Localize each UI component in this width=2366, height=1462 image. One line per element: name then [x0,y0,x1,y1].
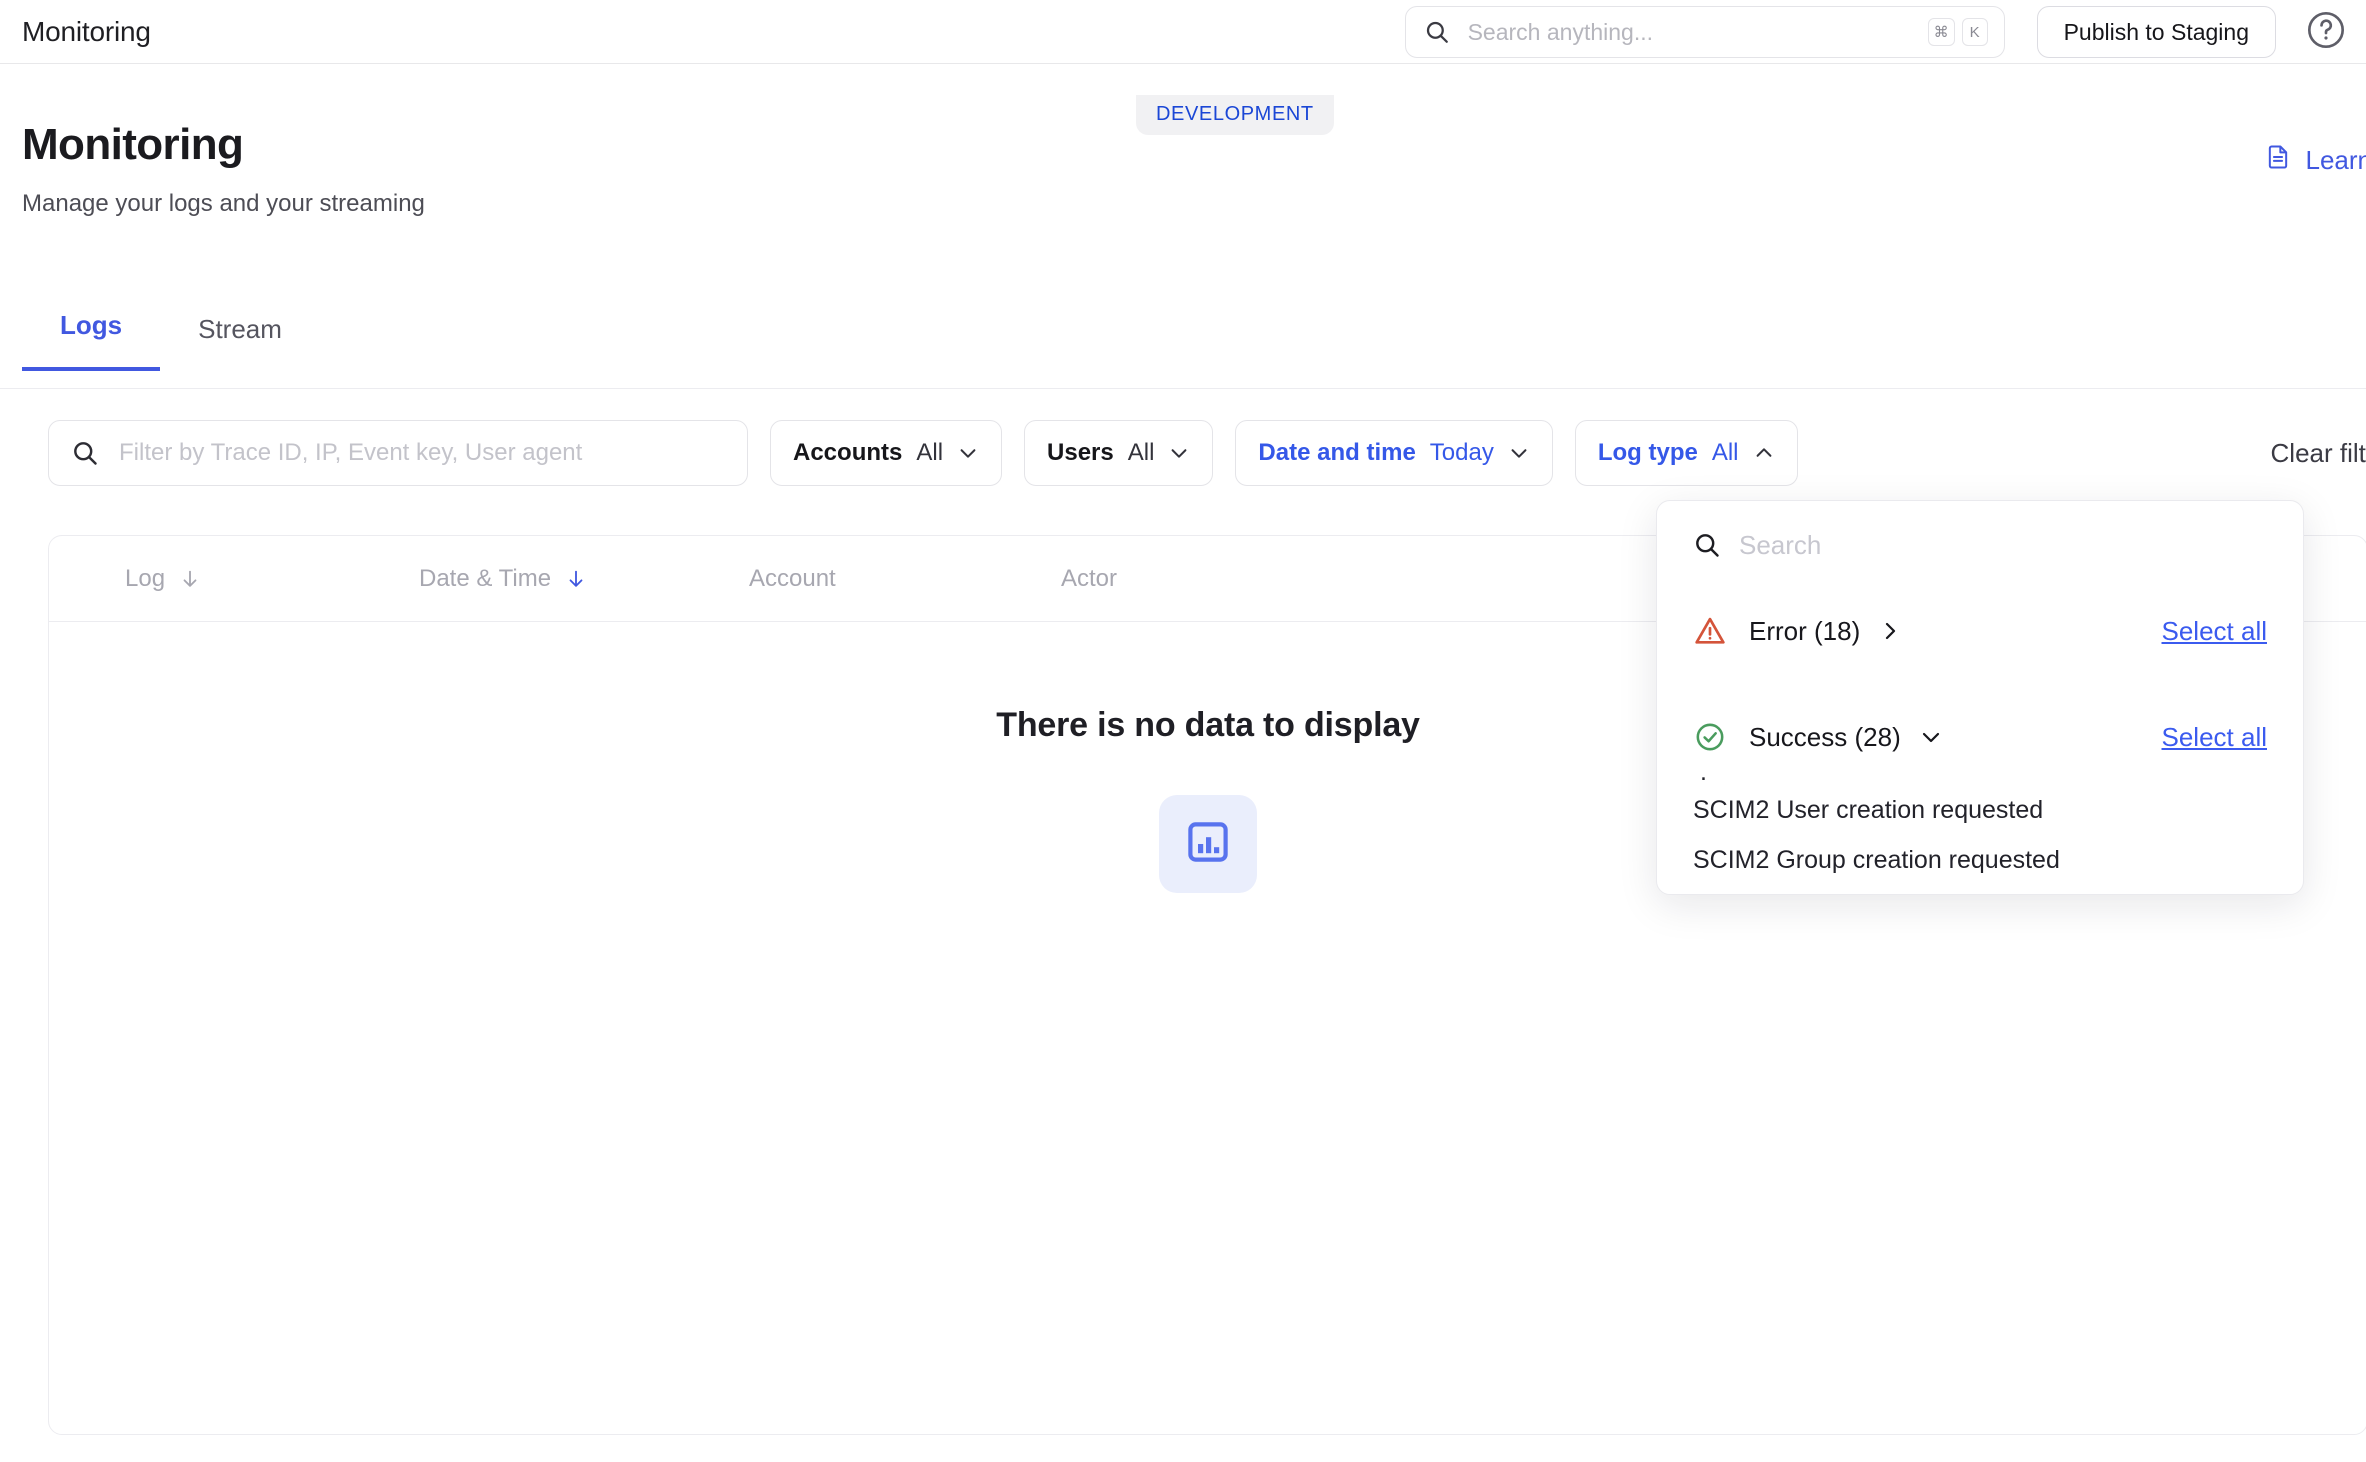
warning-triangle-icon [1693,614,1727,648]
empty-state-icon-wrap [1159,795,1257,893]
filter-log-type-value: All [1711,439,1739,466]
log-type-group-success-label: Success (28) [1749,721,1901,752]
publish-to-staging-button[interactable]: Publish to Staging [2036,6,2276,58]
search-shortcut: ⌘ K [1927,18,1988,46]
top-bar-actions: ⌘ K Publish to Staging [1404,0,2366,64]
filter-pill-date-and-time[interactable]: Date and time Today [1235,420,1553,486]
tab-divider [0,388,2366,389]
filter-pill-log-type[interactable]: Log type All [1574,420,1798,486]
global-search-input[interactable] [1467,18,1928,46]
chevron-up-icon [1753,442,1775,464]
column-header-date-time[interactable]: Date & Time [419,536,587,622]
log-type-success-items: SCIM2 User creation requested SCIM2 Grou… [1657,785,2303,894]
learn-link[interactable]: Learn [2264,143,2366,178]
kbd-command: ⌘ [1927,18,1955,46]
column-header-log-label: Log [125,565,166,592]
filter-users-value: All [1127,439,1155,466]
top-bar: Monitoring ⌘ K Publish to Staging [0,0,2366,64]
filter-accounts-value: All [916,439,944,466]
filter-pill-users[interactable]: Users All [1024,420,1214,486]
tab-bar: Logs Stream [22,310,320,371]
list-item[interactable]: SCIM2 Group updation requested [1693,885,2267,894]
select-all-success[interactable]: Select all [2162,722,2268,753]
empty-state-title: There is no data to display [996,706,1420,744]
list-item-partial[interactable]: . [1657,767,2303,785]
log-filter-search[interactable] [48,420,748,486]
global-search[interactable]: ⌘ K [1404,6,2005,58]
log-type-search-input[interactable] [1739,529,2267,561]
column-header-log[interactable]: Log [125,536,201,622]
monitoring-page: Monitoring ⌘ K Publish to Staging [0,0,2366,1462]
sort-arrow-down-icon [565,568,587,590]
column-header-date-time-label: Date & Time [419,565,552,592]
filter-users-label: Users [1047,439,1114,466]
help-button[interactable] [2304,10,2348,54]
kbd-k: K [1961,18,1988,46]
chevron-down-icon [957,442,979,464]
column-header-actor-label: Actor [1061,565,1118,592]
list-item[interactable]: SCIM2 User creation requested [1693,785,2267,835]
search-icon [71,439,99,467]
log-type-dropdown: Error (18) Select all Success (28) Selec… [1656,500,2304,895]
bar-chart-icon [1184,818,1232,871]
filter-accounts-label: Accounts [793,439,903,466]
column-header-account-label: Account [749,565,836,592]
filter-date-label: Date and time [1258,439,1416,466]
chevron-down-icon [1508,442,1530,464]
chevron-down-icon [1168,442,1190,464]
log-type-group-error[interactable]: Error (18) Select all [1657,601,2303,661]
log-filter-search-input[interactable] [119,439,729,467]
tab-logs[interactable]: Logs [22,310,161,371]
filter-pill-accounts[interactable]: Accounts All [770,420,1003,486]
page-header: Monitoring Manage your logs and your str… [22,120,425,218]
log-type-success-items-scroll[interactable]: . SCIM2 User creation requested SCIM2 Gr… [1657,767,2303,894]
question-circle-icon [2306,10,2346,55]
select-all-error[interactable]: Select all [2162,616,2268,647]
log-type-dropdown-search[interactable] [1657,501,2303,589]
search-icon [1693,531,1721,559]
filter-bar: Accounts All Users All Date and time Tod… [48,420,1798,486]
learn-label: Learn [2305,145,2366,175]
chevron-right-icon [1878,619,1902,643]
log-type-group-error-label: Error (18) [1749,615,1861,646]
column-header-account[interactable]: Account [749,536,836,622]
tab-stream[interactable]: Stream [160,314,320,371]
clear-filters-button[interactable]: Clear filters [2271,438,2366,469]
environment-badge: DEVELOPMENT [1136,95,1334,135]
filter-log-type-label: Log type [1597,439,1698,466]
list-item[interactable]: SCIM2 Group creation requested [1693,835,2267,885]
column-header-actor[interactable]: Actor [1061,536,1117,622]
page-subtitle: Manage your logs and your streaming [22,190,425,217]
sort-arrow-down-icon [179,568,201,590]
app-title: Monitoring [22,15,151,47]
search-icon [1424,19,1450,45]
log-type-group-success[interactable]: Success (28) Select all [1657,707,2303,767]
document-icon [2264,143,2292,178]
filter-date-value: Today [1429,439,1494,466]
chevron-down-icon [1919,725,1943,749]
check-circle-icon [1693,720,1727,754]
page-title: Monitoring [22,120,244,169]
